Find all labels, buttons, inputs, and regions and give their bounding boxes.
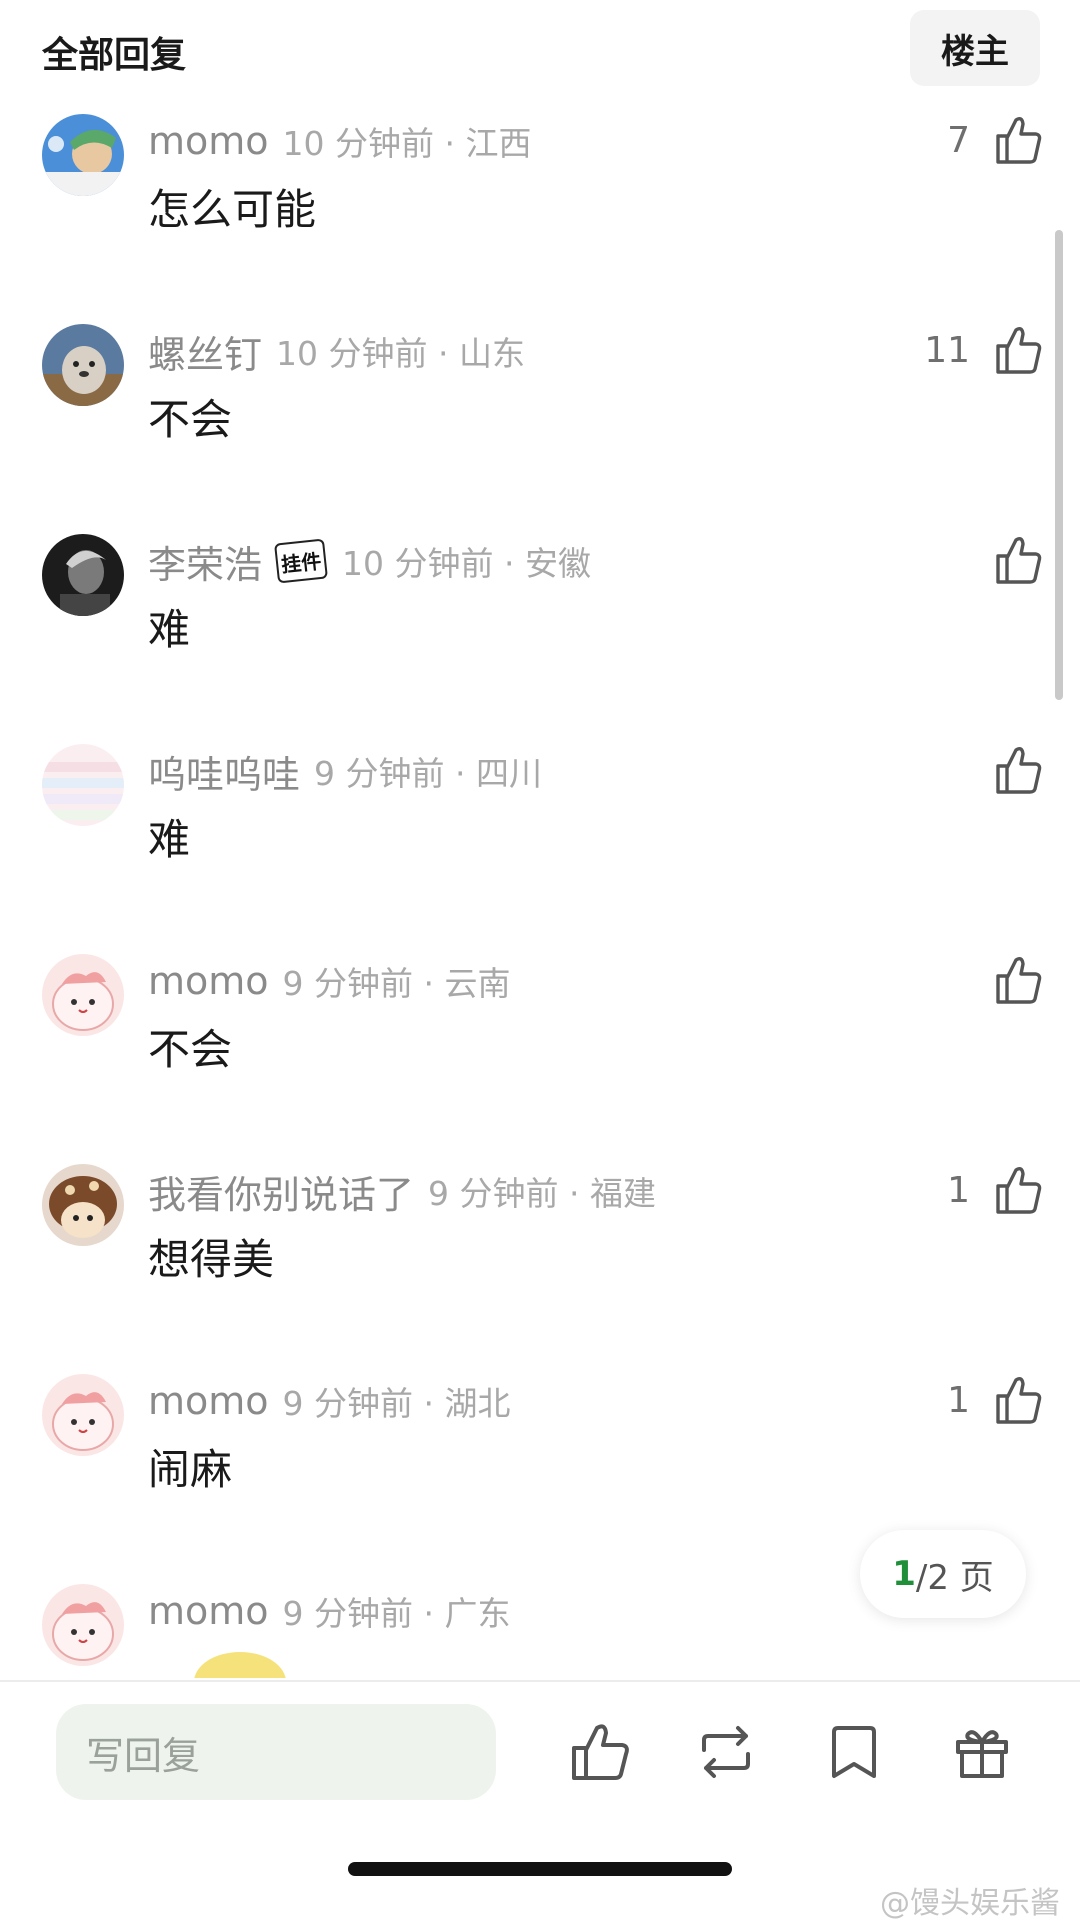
gift-icon[interactable] <box>950 1720 1014 1784</box>
avatar[interactable] <box>42 114 124 196</box>
comment-text: 不会 <box>148 1025 233 1074</box>
avatar-image <box>42 744 124 826</box>
comment-meta: 呜哇呜哇 9 分钟前 · 四川 <box>148 744 542 799</box>
comment-meta: momo 9 分钟前 · 湖北 <box>148 1376 511 1426</box>
thumbs-up-icon[interactable] <box>994 324 1042 376</box>
comment-text: 难 <box>148 605 191 654</box>
thumbs-up-icon[interactable] <box>568 1720 632 1784</box>
current-page: 1 <box>892 1554 916 1594</box>
page-indicator[interactable]: 1 /2 页 <box>860 1530 1026 1618</box>
like-count: 11 <box>924 330 970 371</box>
page-total: /2 页 <box>915 1557 994 1598</box>
username[interactable]: momo <box>148 1379 269 1423</box>
username[interactable]: 呜哇呜哇 <box>148 744 300 799</box>
thumbs-up-icon[interactable] <box>994 1164 1042 1216</box>
bottom-toolbar: 写回复 @馒头娱乐酱 <box>0 1680 1080 1932</box>
time-location: 9 分钟前 · 福建 <box>428 1174 656 1213</box>
thumbs-up-icon[interactable] <box>994 534 1042 586</box>
sticker-image <box>194 1652 286 1678</box>
avatar[interactable] <box>42 1374 124 1456</box>
comment-meta: momo 9 分钟前 · 云南 <box>148 956 511 1006</box>
username[interactable]: momo <box>148 1589 269 1633</box>
avatar[interactable] <box>42 744 124 826</box>
avatar-image <box>42 114 124 196</box>
username[interactable]: 螺丝钉 <box>148 324 262 379</box>
thumbs-up-icon[interactable] <box>994 1374 1042 1426</box>
avatar-image <box>42 324 124 406</box>
avatar-image <box>42 1164 124 1246</box>
home-indicator[interactable] <box>348 1862 732 1876</box>
username[interactable]: 李荣浩 <box>148 534 262 589</box>
avatar-image <box>42 1584 124 1666</box>
time-location: 10 分钟前 · 江西 <box>282 124 532 163</box>
time-location: 9 分钟前 · 广东 <box>282 1594 511 1633</box>
comment-item: 呜哇呜哇 9 分钟前 · 四川 难 <box>0 744 1080 956</box>
comment-meta: 李荣浩 挂件 10 分钟前 · 安徽 <box>148 534 591 589</box>
like-count: 1 <box>947 1170 970 1211</box>
avatar-image <box>42 1374 124 1456</box>
like-count: 7 <box>947 120 970 161</box>
avatar-image <box>42 954 124 1036</box>
comment-text: 想得美 <box>148 1235 275 1284</box>
time-location: 9 分钟前 · 云南 <box>282 964 511 1003</box>
avatar[interactable] <box>42 1164 124 1246</box>
comment-meta: momo 9 分钟前 · 广东 <box>148 1586 511 1636</box>
like-count: 1 <box>947 1380 970 1421</box>
avatar[interactable] <box>42 534 124 616</box>
pendant-badge: 挂件 <box>274 538 328 584</box>
comment-item: 螺丝钉 10 分钟前 · 山东 不会 11 <box>0 324 1080 536</box>
comment-item: momo 10 分钟前 · 江西 怎么可能 7 <box>0 114 1080 326</box>
comment-text: 闹麻 <box>148 1445 233 1494</box>
comment-meta: 螺丝钉 10 分钟前 · 山东 <box>148 324 525 379</box>
comment-item: momo 9 分钟前 · 云南 不会 <box>0 954 1080 1166</box>
thumbs-up-icon[interactable] <box>994 114 1042 166</box>
bookmark-icon[interactable] <box>822 1720 886 1784</box>
scrollbar[interactable] <box>1055 230 1063 700</box>
username[interactable]: 我看你别说话了 <box>148 1164 414 1219</box>
username[interactable]: momo <box>148 959 269 1003</box>
comment-text: 不会 <box>148 395 233 444</box>
comment-meta: momo 10 分钟前 · 江西 <box>148 116 531 166</box>
avatar-image <box>42 534 124 616</box>
thumbs-up-icon[interactable] <box>994 954 1042 1006</box>
time-location: 10 分钟前 · 山东 <box>276 334 525 373</box>
comment-item: 李荣浩 挂件 10 分钟前 · 安徽 难 <box>0 534 1080 746</box>
time-location: 9 分钟前 · 四川 <box>314 754 542 793</box>
thumbs-up-icon[interactable] <box>994 744 1042 796</box>
header: 全部回复 楼主 <box>0 0 1080 100</box>
page-title: 全部回复 <box>42 35 187 76</box>
time-location: 9 分钟前 · 湖北 <box>282 1384 511 1423</box>
time-location: 10 分钟前 · 安徽 <box>342 544 591 583</box>
op-only-button[interactable]: 楼主 <box>910 10 1040 86</box>
comment-text: 怎么可能 <box>148 185 317 234</box>
comment-meta: 我看你别说话了 9 分钟前 · 福建 <box>148 1164 656 1219</box>
avatar[interactable] <box>42 954 124 1036</box>
username[interactable]: momo <box>148 119 269 163</box>
avatar[interactable] <box>42 1584 124 1666</box>
comment-text: 难 <box>148 815 191 864</box>
avatar[interactable] <box>42 324 124 406</box>
reply-input[interactable]: 写回复 <box>56 1704 496 1800</box>
repost-icon[interactable] <box>694 1720 758 1784</box>
watermark: @馒头娱乐酱 <box>880 1886 1060 1921</box>
comment-item: 我看你别说话了 9 分钟前 · 福建 想得美 1 <box>0 1164 1080 1376</box>
reply-page: 全部回复 楼主 momo 10 分钟前 · 江西 怎么可能 7 螺丝钉 10 分… <box>0 0 1080 1932</box>
